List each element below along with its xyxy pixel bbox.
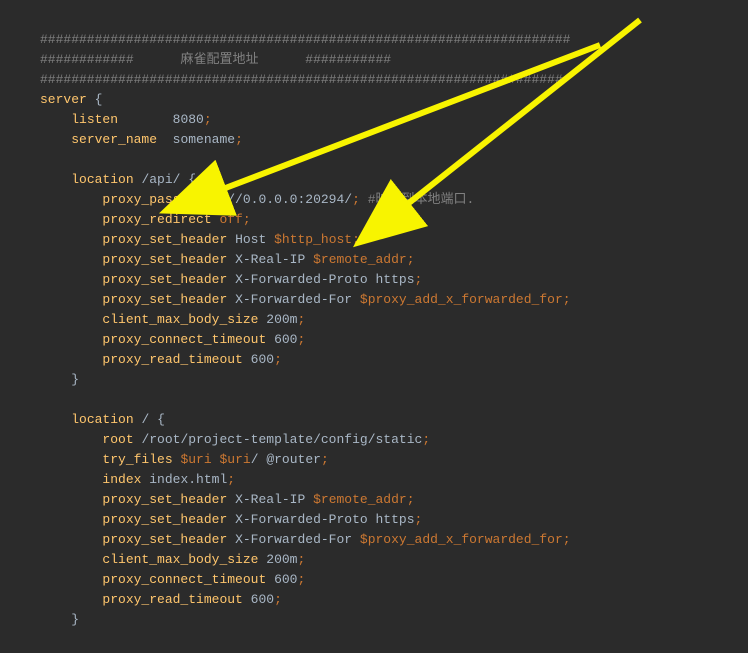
location-root-path: / [141, 412, 149, 427]
try-files: try_files [102, 452, 172, 467]
proxy-pass-url: http://0.0.0.0:20294/ [188, 192, 352, 207]
remote-addr-var: $remote_addr [313, 252, 407, 267]
hash-prefix: ############ [40, 52, 134, 67]
index-directive: index [102, 472, 141, 487]
brace-open: { [95, 92, 103, 107]
servername-value: somename [173, 132, 235, 147]
client-max-body: client_max_body_size [102, 312, 258, 327]
proxy-add-fwd-var: $proxy_add_x_forwarded_for [360, 292, 563, 307]
proxy-connect-timeout: proxy_connect_timeout [102, 332, 266, 347]
server-keyword: server [40, 92, 87, 107]
proxy-set-header-for: proxy_set_header [102, 292, 227, 307]
location-api: location [71, 172, 133, 187]
code-block: ########################################… [0, 0, 748, 630]
proxy-pass: proxy_pass [102, 192, 180, 207]
proxy-set-header-proto: proxy_set_header [102, 272, 227, 287]
servername-directive: server_name [71, 132, 157, 147]
hash-line-1: ########################################… [40, 32, 571, 47]
index-value: index.html [149, 472, 227, 487]
proxy-set-header-realip: proxy_set_header [102, 252, 227, 267]
http-host-var: $http_host [274, 232, 352, 247]
comment-zh: 麻雀配置地址 [180, 52, 258, 67]
location-root: location [71, 412, 133, 427]
location-api-path: /api/ [141, 172, 180, 187]
proxy-set-header-host: proxy_set_header [102, 232, 227, 247]
proxy-pass-comment: #映射到本地端口. [368, 192, 475, 207]
hash-line-3: ########################################… [40, 72, 563, 87]
off-value: off [219, 212, 242, 227]
listen-directive: listen [71, 112, 118, 127]
root-directive: root [102, 432, 133, 447]
proxy-read-timeout: proxy_read_timeout [102, 352, 242, 367]
listen-value: 8080 [173, 112, 204, 127]
root-path: /root/project-template/config/static [141, 432, 422, 447]
hash-suffix: ########### [305, 52, 391, 67]
at-router: @router [266, 452, 321, 467]
proxy-redirect: proxy_redirect [102, 212, 211, 227]
